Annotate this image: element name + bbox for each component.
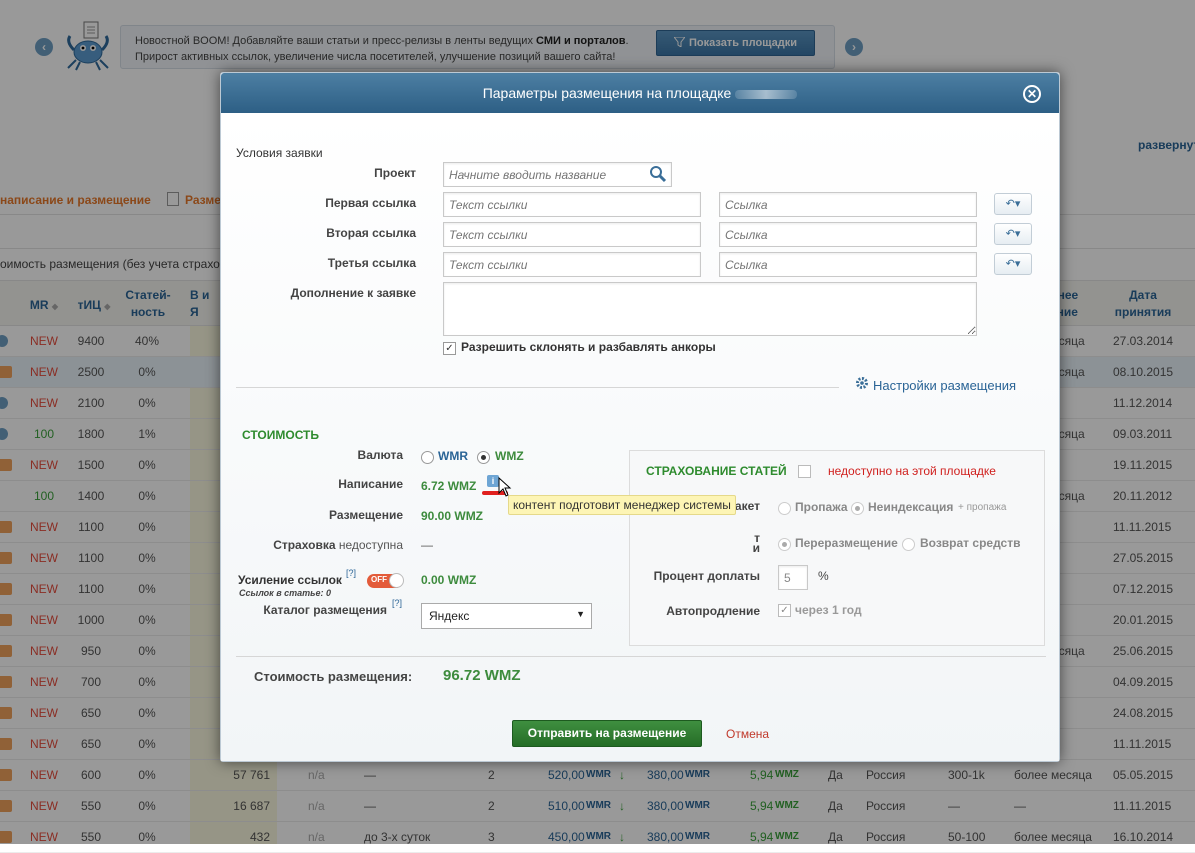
- placement-settings-link[interactable]: Настройки размещения: [873, 378, 1016, 393]
- writing-tooltip: контент подготовит менеджер системы: [508, 495, 736, 515]
- cost-section-title: СТОИМОСТЬ: [242, 428, 320, 442]
- modal-header: Параметры размещения на площадке ✕: [221, 73, 1059, 113]
- currency-wmz-label: WMZ: [495, 449, 524, 463]
- project-input[interactable]: [443, 162, 672, 187]
- cursor-icon: [498, 477, 512, 497]
- modal-title: Параметры размещения на площадке: [221, 85, 1059, 101]
- currency-label: Валюта: [357, 448, 403, 462]
- gear-icon[interactable]: [855, 376, 869, 390]
- currency-wmr-radio[interactable]: [421, 451, 434, 464]
- option-refund-label: Возврат средств: [920, 536, 1021, 550]
- autorenew-label: Автопродление: [666, 604, 760, 618]
- option-refund-radio[interactable]: [902, 538, 915, 551]
- package-noindex-radio[interactable]: [851, 502, 864, 515]
- currency-wmr-label: WMR: [438, 449, 468, 463]
- placement-params-modal: Параметры размещения на площадке ✕ Услов…: [220, 72, 1060, 762]
- insurance-unavailable: недоступно на этой площадке: [828, 464, 996, 478]
- link3-label: Третья ссылка: [327, 256, 416, 270]
- catalog-label: Каталог размещения: [263, 603, 387, 617]
- allow-anchors-checkbox[interactable]: ✓: [443, 342, 456, 355]
- placement-label: Размещение: [329, 508, 403, 522]
- package-loss-label: Пропажа: [795, 500, 848, 514]
- insurance-panel: СТРАХОВАНИЕ СТАТЕЙ недоступно на этой пл…: [629, 450, 1045, 646]
- link2-url-input[interactable]: [719, 222, 977, 247]
- boost-toggle[interactable]: OFF: [367, 573, 404, 588]
- cancel-link[interactable]: Отмена: [726, 727, 769, 741]
- undo-icon[interactable]: ↶▾: [994, 223, 1032, 245]
- addition-textarea[interactable]: [443, 282, 977, 336]
- search-icon[interactable]: [649, 165, 667, 183]
- modal-body: Условия заявки Проект Первая ссылка ↶▾ В…: [221, 113, 1059, 761]
- chevron-down-icon: ▼: [576, 609, 585, 619]
- link2-label: Вторая ссылка: [326, 226, 416, 240]
- boost-value: 0.00 WMZ: [421, 573, 477, 587]
- boost-help[interactable]: [?]: [346, 568, 356, 578]
- links-in-article: Ссылок в статье: 0: [239, 588, 332, 598]
- addition-label: Дополнение к заявке: [290, 286, 416, 300]
- project-label: Проект: [374, 166, 416, 180]
- catalog-help[interactable]: [?]: [392, 598, 402, 608]
- autorenew-value: через 1 год: [795, 603, 862, 617]
- placement-value: 90.00 WMZ: [421, 509, 484, 523]
- autorenew-checkbox[interactable]: ✓: [778, 604, 791, 617]
- site-name-blur: [735, 89, 798, 99]
- surcharge-input[interactable]: [778, 565, 808, 590]
- insurance-checkbox[interactable]: [798, 465, 811, 478]
- percent-sign: %: [818, 569, 829, 583]
- total-value: 96.72 WMZ: [443, 667, 521, 684]
- option-label: ти: [752, 531, 760, 555]
- link1-label: Первая ссылка: [325, 196, 416, 210]
- submit-placement-button[interactable]: Отправить на размещение: [512, 720, 702, 747]
- writing-label: Написание: [338, 477, 403, 491]
- package-noindex-label: Неиндексация: [868, 500, 954, 514]
- undo-icon[interactable]: ↶▾: [994, 253, 1032, 275]
- catalog-select[interactable]: Яндекс ▼: [421, 603, 592, 629]
- insurance-label: Страховка недоступна: [273, 538, 403, 552]
- link1-url-input[interactable]: [719, 192, 977, 217]
- close-icon[interactable]: ✕: [1023, 85, 1041, 103]
- link2-anchor-input[interactable]: [443, 222, 701, 247]
- option-replace-label: Переразмещение: [795, 536, 898, 550]
- allow-anchors-label: Разрешить склонять и разбавлять анкоры: [461, 340, 716, 354]
- insurance-section-title: СТРАХОВАНИЕ СТАТЕЙ: [646, 464, 787, 478]
- boost-label: Усиление ссылок: [238, 573, 342, 587]
- link3-anchor-input[interactable]: [443, 252, 701, 277]
- conditions-heading: Условия заявки: [236, 146, 323, 160]
- package-plus-label: + пропажа: [958, 502, 1007, 513]
- package-loss-radio[interactable]: [778, 502, 791, 515]
- surcharge-label: Процент доплаты: [653, 569, 760, 583]
- insurance-dash: —: [421, 538, 433, 552]
- total-label: Стоимость размещения:: [254, 669, 413, 684]
- currency-wmz-radio[interactable]: [477, 451, 490, 464]
- undo-icon[interactable]: ↶▾: [994, 193, 1032, 215]
- option-replace-radio[interactable]: [778, 538, 791, 551]
- link1-anchor-input[interactable]: [443, 192, 701, 217]
- writing-value: 6.72 WMZ: [421, 479, 477, 493]
- link3-url-input[interactable]: [719, 252, 977, 277]
